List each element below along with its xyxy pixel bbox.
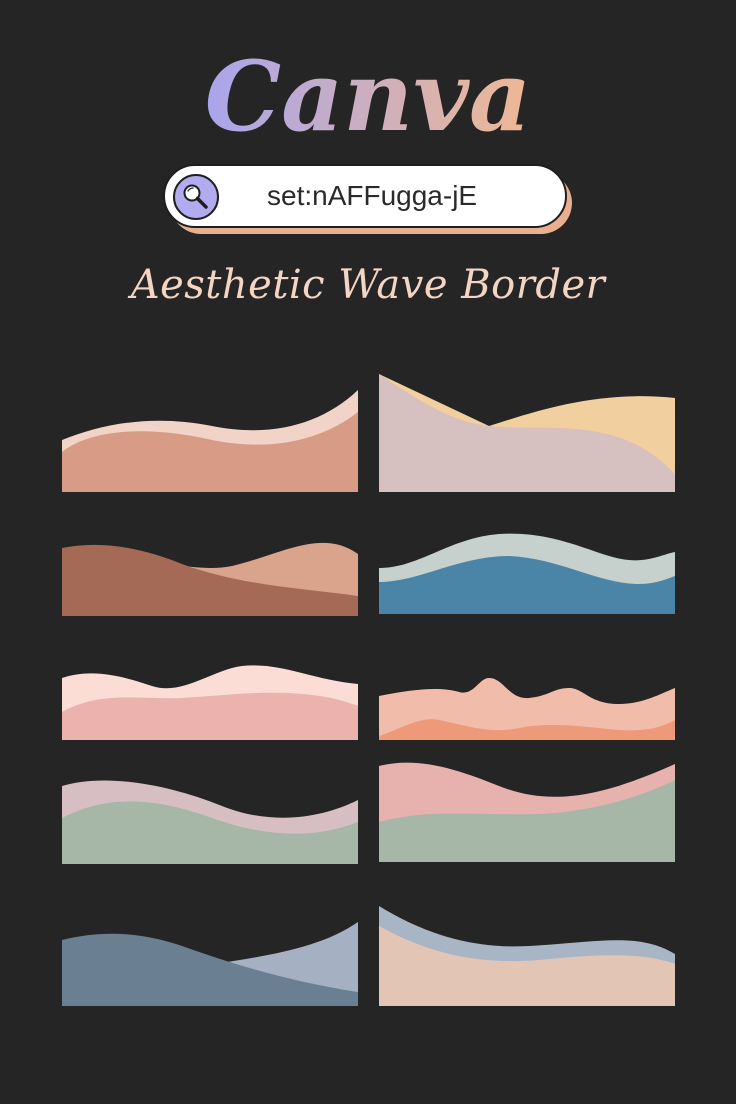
- search-input[interactable]: [243, 166, 563, 226]
- page-subtitle: Aesthetic Wave Border: [130, 262, 606, 308]
- wave-border-peach-pink[interactable]: [62, 660, 358, 740]
- wave-border-ocean-mist[interactable]: [379, 528, 675, 614]
- wave-border-rust-tan[interactable]: [62, 536, 358, 616]
- wave-border-terracotta-blush[interactable]: [62, 384, 358, 492]
- wave-border-rose-sage[interactable]: [379, 758, 675, 862]
- magnifier-icon[interactable]: [173, 174, 219, 220]
- canva-logo: Canva: [205, 40, 531, 148]
- search-bar[interactable]: [163, 164, 567, 228]
- wave-border-mauve-sand[interactable]: [379, 374, 675, 492]
- logo-text: Canva: [205, 40, 531, 148]
- wave-border-coral-sunset[interactable]: [379, 676, 675, 740]
- wave-border-sand-sky[interactable]: [379, 904, 675, 1006]
- wave-border-sage-lilac[interactable]: [62, 778, 358, 864]
- wave-border-slate-dusk[interactable]: [62, 918, 358, 1006]
